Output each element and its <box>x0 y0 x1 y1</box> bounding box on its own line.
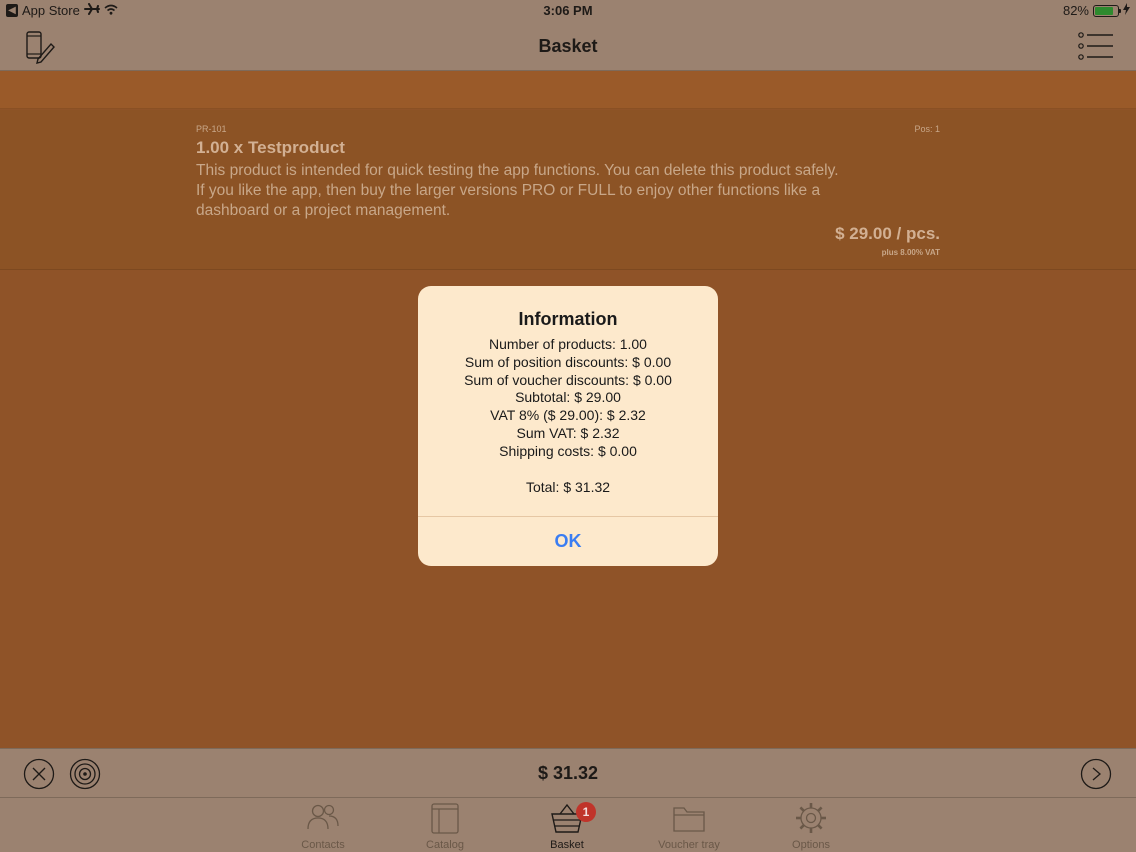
status-time: 3:06 PM <box>543 3 593 18</box>
basket-total: $ 31.32 <box>537 763 599 783</box>
catalog-icon <box>431 803 459 834</box>
navigation-bar: Basket <box>0 22 1136 71</box>
basket-total-bar: $ 31.32 <box>0 748 1136 798</box>
product-position: Pos: 1 <box>914 124 940 134</box>
tab-options[interactable]: Options <box>766 802 856 851</box>
folder-icon <box>673 807 705 832</box>
alert-line: Sum of voucher discounts: $ 0.00 <box>464 371 672 388</box>
alert-line: Number of products: 1.00 <box>489 336 647 352</box>
basket-item[interactable]: PR-101 Pos: 1 1.00 x Testproduct This pr… <box>0 110 1136 270</box>
battery-percent: 82% <box>1062 3 1089 18</box>
list-menu-button[interactable] <box>1078 32 1114 60</box>
alert-line: Subtotal: $ 29.00 <box>515 389 621 406</box>
information-alert: Information Number of products: 1.00 Sum… <box>418 286 718 566</box>
contacts-icon <box>307 804 339 830</box>
product-description-line: This product is intended for quick testi… <box>196 162 839 179</box>
page-title: Basket <box>538 36 598 56</box>
chevron-right-circle-icon <box>1080 758 1112 790</box>
gear-icon <box>796 803 826 833</box>
battery-level <box>1095 6 1114 15</box>
next-button[interactable] <box>1080 758 1112 790</box>
basket-count-badge: 1 <box>576 802 596 822</box>
alert-total: Total: $ 31.32 <box>525 478 611 495</box>
basket-header-band <box>0 71 1136 109</box>
battery-status: 82% <box>1063 3 1130 18</box>
alert-line: Sum VAT: $ 2.32 <box>516 424 620 441</box>
ok-button[interactable]: OK <box>418 517 718 566</box>
alert-line: VAT 8% ($ 29.00): $ 2.32 <box>490 407 646 424</box>
battery-icon <box>1093 4 1121 17</box>
alert-line: Sum of position discounts: $ 0.00 <box>464 353 672 370</box>
alert-summary: Number of products: 1.00 Sum of position… <box>418 336 718 461</box>
tab-basket[interactable]: 1 Basket <box>522 802 612 851</box>
tab-voucher-tray[interactable]: Voucher tray <box>644 802 734 851</box>
tab-contacts[interactable]: Contacts <box>278 802 368 851</box>
product-description: This product is intended for quick testi… <box>196 161 936 221</box>
tab-label: Options <box>792 839 830 851</box>
list-icon <box>1078 32 1113 60</box>
product-price: $ 29.00 / pcs. <box>835 224 940 243</box>
tab-bar: Contacts Catalog 1 Basket Voucher tray O… <box>0 798 1136 852</box>
product-vat-note: plus 8.00% VAT <box>881 248 940 257</box>
tab-catalog[interactable]: Catalog <box>400 802 490 851</box>
charging-bolt-icon <box>1123 3 1130 18</box>
status-bar: ◀ App Store 3:06 PM 82% <box>0 0 1136 22</box>
tab-label: Basket <box>550 839 584 851</box>
product-description-line: If you like the app, then buy the larger… <box>196 182 821 199</box>
tab-label: Catalog <box>426 839 464 851</box>
alert-line: Shipping costs: $ 0.00 <box>499 442 637 459</box>
alert-title: Information <box>518 309 618 329</box>
product-description-line: dashboard or a project management. <box>196 202 451 219</box>
product-name: 1.00 x Testproduct <box>196 138 345 157</box>
product-code: PR-101 <box>196 124 227 134</box>
tab-label: Contacts <box>301 839 345 851</box>
tab-label: Voucher tray <box>658 839 720 851</box>
